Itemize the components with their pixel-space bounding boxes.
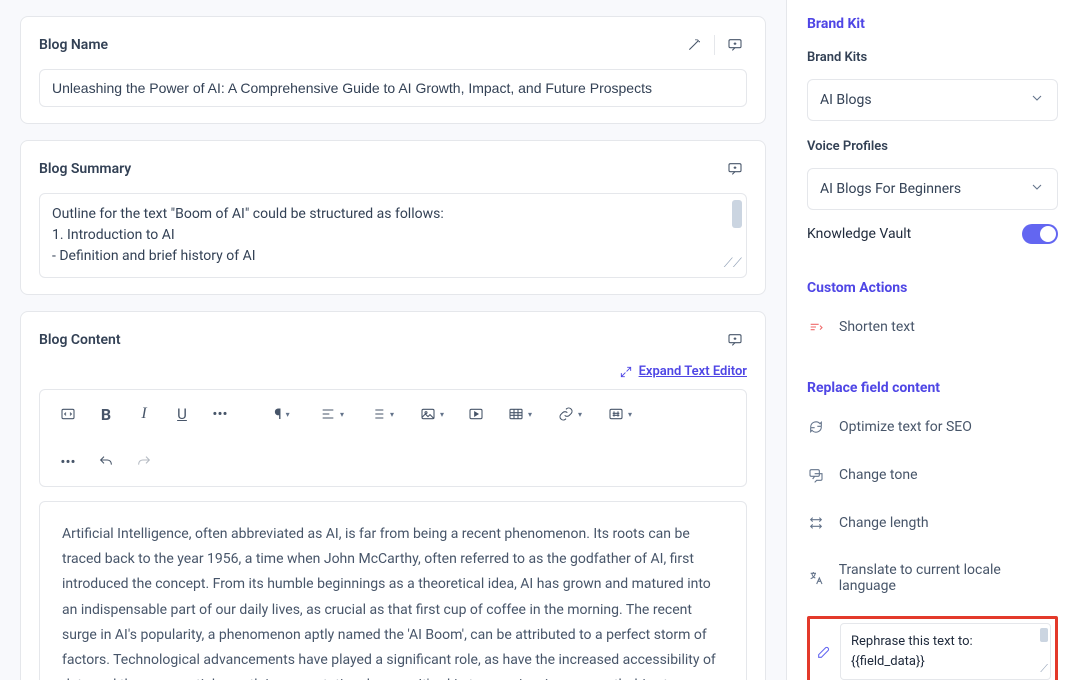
hash-icon[interactable]: ▾	[598, 398, 642, 430]
chevron-down-icon	[1029, 179, 1045, 199]
sidebar: Brand Kit Brand Kits AI Blogs Voice Prof…	[786, 0, 1078, 680]
chat-icon	[807, 466, 825, 484]
blog-name-input[interactable]	[39, 69, 747, 107]
blog-content-card: Blog Content Expand Text Editor B I U ••…	[20, 311, 766, 680]
summary-line: 1. Introduction to AI	[52, 225, 734, 246]
brand-kit-title: Brand Kit	[807, 16, 1058, 32]
summary-line: - Definition and brief history of AI	[52, 246, 734, 267]
underline-icon[interactable]: U	[166, 398, 198, 430]
more-tools-icon[interactable]: •••	[52, 446, 84, 478]
brand-kits-value: AI Blogs	[820, 92, 872, 108]
comment-add-icon[interactable]	[723, 33, 747, 57]
more-format-icon[interactable]: •••	[204, 398, 236, 430]
rephrase-textarea[interactable]: Rephrase this text to: {{field_data}} ⟋	[840, 623, 1051, 680]
blog-name-header: Blog Name	[39, 33, 747, 57]
knowledge-vault-row: Knowledge Vault	[807, 224, 1058, 244]
main-panel: Blog Name Blog Summary Outlin	[0, 0, 786, 680]
blog-summary-header: Blog Summary	[39, 157, 747, 181]
image-icon[interactable]: ▾	[410, 398, 454, 430]
translate-icon	[807, 569, 825, 587]
paragraph-icon[interactable]: ¶▾	[260, 398, 304, 430]
video-icon[interactable]	[460, 398, 492, 430]
optimize-seo-action[interactable]: Optimize text for SEO	[807, 410, 1058, 444]
redo-icon[interactable]	[128, 446, 160, 478]
rephrase-action-highlighted: Rephrase this text to: {{field_data}} ⟋	[807, 616, 1058, 680]
edit-icon[interactable]	[814, 623, 834, 680]
knowledge-vault-toggle[interactable]	[1022, 224, 1058, 244]
table-icon[interactable]: ▾	[498, 398, 542, 430]
shorten-text-action[interactable]: Shorten text	[807, 310, 1058, 344]
blog-content-actions	[723, 328, 747, 352]
shorten-icon	[807, 318, 825, 336]
chevron-down-icon	[1029, 90, 1045, 110]
content-body: Artificial Intelligence, often abbreviat…	[62, 526, 716, 680]
seo-label: Optimize text for SEO	[839, 419, 972, 435]
translate-label: Translate to current locale language	[839, 562, 1058, 594]
italic-icon[interactable]: I	[128, 398, 160, 430]
bold-icon[interactable]: B	[90, 398, 122, 430]
brand-kits-select[interactable]: AI Blogs	[807, 79, 1058, 121]
change-tone-action[interactable]: Change tone	[807, 458, 1058, 492]
comment-add-icon[interactable]	[723, 157, 747, 181]
code-block-icon[interactable]	[52, 398, 84, 430]
length-icon	[807, 514, 825, 532]
resize-handle-icon[interactable]: ⟋	[1040, 661, 1048, 678]
align-icon[interactable]: ▾	[310, 398, 354, 430]
comment-add-icon[interactable]	[723, 328, 747, 352]
voice-profiles-value: AI Blogs For Beginners	[820, 181, 961, 197]
blog-summary-label: Blog Summary	[39, 161, 131, 177]
replace-content-title: Replace field content	[807, 380, 1058, 396]
undo-icon[interactable]	[90, 446, 122, 478]
scrollbar[interactable]	[1040, 628, 1048, 642]
rephrase-line: {{field_data}}	[851, 652, 1040, 672]
voice-profiles-label: Voice Profiles	[807, 139, 1058, 154]
editor-toolbar: B I U ••• ¶▾ ▾ ▾ ▾ ▾ ▾ ▾ •••	[39, 389, 747, 487]
shorten-label: Shorten text	[839, 319, 915, 335]
blog-name-card: Blog Name	[20, 16, 766, 124]
blog-name-label: Blog Name	[39, 37, 108, 53]
change-length-action[interactable]: Change length	[807, 506, 1058, 540]
expand-label: Expand Text Editor	[639, 364, 747, 379]
scrollbar[interactable]	[732, 200, 742, 228]
blog-content-header: Blog Content	[39, 328, 747, 352]
voice-profiles-select[interactable]: AI Blogs For Beginners	[807, 168, 1058, 210]
blog-name-actions	[682, 33, 747, 57]
blog-content-label: Blog Content	[39, 332, 121, 348]
divider	[714, 35, 715, 55]
tone-label: Change tone	[839, 467, 918, 483]
blog-summary-textarea[interactable]: Outline for the text "Boom of AI" could …	[39, 193, 747, 278]
blog-summary-card: Blog Summary Outline for the text "Boom …	[20, 140, 766, 295]
link-icon[interactable]: ▾	[548, 398, 592, 430]
knowledge-vault-label: Knowledge Vault	[807, 226, 911, 242]
resize-handle-icon[interactable]: ⟋⟋	[724, 254, 742, 274]
custom-actions-title: Custom Actions	[807, 280, 1058, 296]
length-label: Change length	[839, 515, 929, 531]
blog-summary-actions	[723, 157, 747, 181]
rephrase-line: Rephrase this text to:	[851, 632, 1040, 652]
magic-wand-icon[interactable]	[682, 33, 706, 57]
translate-action[interactable]: Translate to current locale language	[807, 554, 1058, 602]
blog-content-editor[interactable]: Artificial Intelligence, often abbreviat…	[39, 501, 747, 680]
summary-line: Outline for the text "Boom of AI" could …	[52, 204, 734, 225]
brand-kits-label: Brand Kits	[807, 50, 1058, 65]
refresh-icon	[807, 418, 825, 436]
list-icon[interactable]: ▾	[360, 398, 404, 430]
expand-editor-link[interactable]: Expand Text Editor	[39, 364, 747, 379]
